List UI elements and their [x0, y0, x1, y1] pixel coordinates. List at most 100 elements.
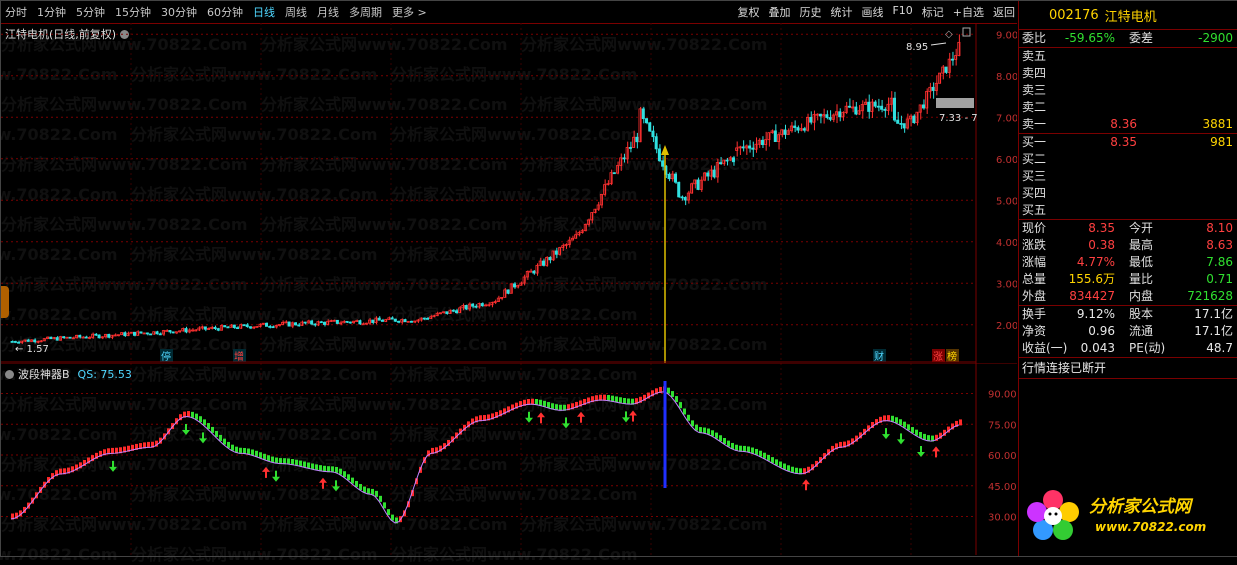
kline-candle: [628, 147, 632, 149]
indicator-bar: [667, 387, 670, 394]
arrow-head-icon: [661, 145, 669, 155]
kline-candle: [719, 162, 723, 165]
sell-level-3[interactable]: 卖三: [1019, 82, 1237, 99]
action-button-1[interactable]: 叠加: [768, 4, 790, 20]
weibi-row: 委比 -59.65% 委差 -2900: [1022, 31, 1233, 45]
kline-candle: [413, 320, 417, 323]
connection-status: 行情连接已断开: [1022, 361, 1107, 375]
action-button-0[interactable]: 复权: [737, 4, 759, 20]
kline-candle: [667, 173, 671, 180]
kline-candle: [168, 330, 172, 333]
indicator-bar: [719, 435, 722, 442]
kline-candle: [13, 341, 17, 343]
kline-candle: [248, 326, 252, 329]
period-tab-2[interactable]: 5分钟: [76, 4, 105, 20]
quote-stats: 现价 8.35 今开 8.10 涨跌 0.38 最高 8.63 涨幅 4.77% 最低 7.86 总量 1…: [1019, 220, 1237, 305]
sell-level-2[interactable]: 卖二: [1019, 99, 1237, 116]
kline-candle: [712, 169, 716, 178]
buy-level-2[interactable]: 买二: [1019, 151, 1237, 168]
buy-level-3[interactable]: 买三: [1019, 168, 1237, 185]
kline-candle: [554, 250, 558, 255]
kline-candle: [612, 172, 616, 175]
indicator-bar: [391, 514, 394, 521]
kline-candle: [78, 334, 82, 338]
kline-candle: [847, 105, 851, 108]
period-tab-6[interactable]: 日线: [253, 4, 275, 20]
event-marker-label: 增: [234, 350, 244, 363]
kline-candle: [706, 172, 710, 177]
event-marker-label: 停: [161, 350, 171, 363]
action-button-8[interactable]: 返回: [993, 4, 1015, 20]
kline-candle: [661, 160, 665, 167]
kline-chart[interactable]: 9.00 8.00 7.00 6.00 5.00 4.00 3.00 2.00 8.95 ← 1.…: [1, 23, 1017, 363]
indicator-chart[interactable]: 90.00 75.00 60.00 45.00 30.00: [1, 363, 1017, 555]
kline-candle: [335, 319, 339, 324]
period-tab-9[interactable]: 多周期: [349, 4, 382, 20]
kline-candle: [783, 129, 787, 135]
kline-candle: [451, 309, 455, 312]
kline-candle: [944, 66, 948, 73]
kline-candle: [950, 58, 954, 61]
diamond-icon: ◇: [945, 29, 953, 40]
indicator-bar: [715, 432, 718, 439]
sell-level-5[interactable]: 卖五: [1019, 48, 1237, 65]
kline-candle: [464, 305, 468, 310]
kline-candle: [722, 159, 726, 165]
action-button-2[interactable]: 历史: [799, 4, 821, 20]
kline-candle: [36, 340, 40, 343]
kline-candle: [474, 305, 478, 308]
action-button-7[interactable]: +自选: [953, 4, 984, 20]
action-button-6[interactable]: 标记: [922, 4, 944, 20]
kline-candle: [455, 310, 459, 314]
indicator-bar: [335, 466, 338, 473]
period-tab-7[interactable]: 周线: [285, 4, 307, 20]
period-tab-3[interactable]: 15分钟: [115, 4, 151, 20]
kline-candle: [203, 326, 207, 330]
price-tick: 8.00: [996, 72, 1017, 83]
kline-candle: [896, 119, 900, 124]
kline-candle: [319, 321, 323, 324]
action-button-3[interactable]: 统计: [830, 4, 852, 20]
buy-level-4[interactable]: 买四: [1019, 185, 1237, 202]
kline-candle: [107, 333, 111, 338]
fund-row-1: 净资 0.96 流通 17.1亿: [1022, 324, 1233, 338]
kline-candle: [10, 340, 14, 343]
indicator-bar: [679, 402, 682, 409]
period-tab-10[interactable]: 更多 >: [392, 4, 427, 20]
indicator-bar: [347, 474, 350, 481]
kline-candle: [641, 108, 645, 120]
period-tab-5[interactable]: 60分钟: [207, 4, 243, 20]
kline-candle: [377, 317, 381, 321]
period-tab-0[interactable]: 分时: [5, 4, 27, 20]
kline-candle: [793, 125, 797, 128]
buy-level-1[interactable]: 买一 8.35 981: [1019, 134, 1237, 151]
period-tab-8[interactable]: 月线: [317, 4, 339, 20]
kline-candle: [68, 336, 72, 339]
action-button-5[interactable]: F10: [892, 4, 912, 20]
period-tab-1[interactable]: 1分钟: [37, 4, 66, 20]
logo-text: 分析家公式网: [1089, 497, 1191, 517]
period-tab-4[interactable]: 30分钟: [161, 4, 197, 20]
sell-level-4[interactable]: 卖四: [1019, 65, 1237, 82]
kline-candle: [809, 116, 813, 123]
kline-candle: [297, 324, 301, 327]
indicator-bar: [783, 463, 786, 470]
kline-candle: [409, 320, 413, 323]
indicator-bar: [379, 495, 382, 502]
kline-candle: [97, 334, 101, 339]
price-tick: 6.00: [996, 155, 1017, 166]
sell-level-1[interactable]: 卖一 8.36 3881: [1019, 116, 1237, 133]
kline-candle: [265, 322, 269, 327]
indicator-bar: [343, 471, 346, 478]
indicator-bar: [675, 396, 678, 403]
sell-book: 卖五 卖四 卖三 卖二 卖一 8.36 3881: [1019, 48, 1237, 133]
kline-candle: [223, 325, 227, 328]
indicator-bar: [351, 477, 354, 484]
kline-candle: [390, 317, 394, 320]
action-button-4[interactable]: 画线: [861, 4, 883, 20]
kline-candle: [548, 257, 552, 261]
price-tick: 5.00: [996, 196, 1017, 207]
buy-level-5[interactable]: 买五: [1019, 202, 1237, 219]
kline-candle: [802, 128, 806, 131]
kline-candle: [541, 260, 545, 266]
